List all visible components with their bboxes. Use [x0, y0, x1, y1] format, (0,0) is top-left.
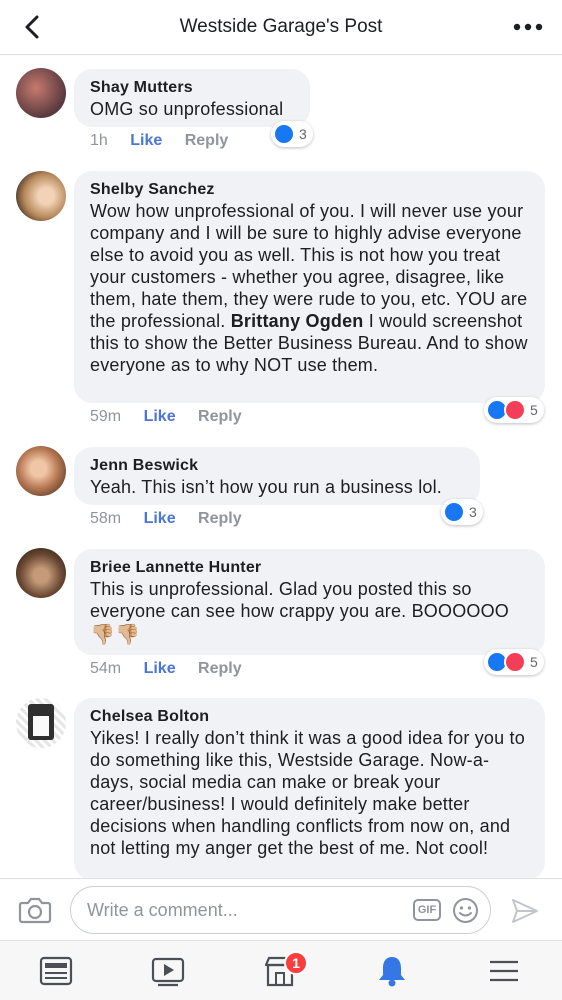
menu-icon[interactable]	[486, 953, 522, 989]
comment-text: Wow how unprofessional of you. I will ne…	[90, 200, 529, 376]
bottom-navigation	[0, 940, 562, 1000]
reaction-summary[interactable]: 3	[441, 499, 483, 525]
thumbs-down-emoji: 👎🏼👎🏼	[90, 624, 141, 646]
comment-author[interactable]: Shelby Sanchez	[90, 180, 529, 200]
comment-text: OMG so unprofessional	[90, 99, 284, 119]
like-reaction-icon	[273, 123, 295, 145]
comment-author[interactable]: Jenn Beswick	[90, 456, 464, 476]
camera-icon[interactable]	[18, 895, 52, 925]
reaction-summary[interactable]: 5	[484, 649, 544, 675]
comment-time: 54m	[90, 660, 122, 677]
news-feed-icon[interactable]	[38, 953, 74, 989]
like-button[interactable]: Like	[130, 132, 162, 149]
reply-button[interactable]: Reply	[198, 510, 242, 527]
notification-badge: 1	[284, 951, 308, 975]
reaction-summary[interactable]: 3	[271, 121, 313, 147]
love-reaction-icon	[504, 651, 526, 673]
comment-input[interactable]: Write a comment... GIF	[70, 886, 491, 934]
emoji-icon[interactable]	[452, 897, 479, 924]
comment-bubble: Chelsea Bolton Yikes! I really don’t thi…	[74, 698, 545, 880]
comment-input-placeholder: Write a comment...	[87, 900, 238, 920]
comment-time: 58m	[90, 510, 122, 527]
reaction-summary[interactable]: 5	[484, 397, 544, 423]
comment-meta: 54m Like Reply	[90, 660, 260, 678]
notifications-icon[interactable]	[374, 953, 410, 989]
comment-meta: 58m Like Reply	[90, 510, 260, 528]
comment-bubble: Briee Lannette Hunter This is unprofessi…	[74, 549, 545, 655]
comment-meta: 59m Like Reply	[90, 408, 260, 426]
like-button[interactable]: Like	[144, 408, 176, 425]
reaction-count: 5	[530, 654, 538, 670]
comment-bubble: Shelby Sanchez Wow how unprofessional of…	[74, 171, 545, 403]
comment-meta: 1h Like Reply	[90, 132, 246, 150]
comment-author[interactable]: Shay Mutters	[90, 78, 294, 98]
like-reaction-icon	[443, 501, 465, 523]
send-icon[interactable]	[510, 897, 540, 925]
reply-button[interactable]: Reply	[185, 132, 229, 149]
avatar[interactable]	[16, 548, 66, 598]
love-reaction-icon	[504, 399, 526, 421]
comment-text: Yeah. This isn’t how you run a business …	[90, 477, 443, 497]
avatar[interactable]	[16, 68, 66, 118]
reaction-count: 3	[469, 504, 477, 520]
comment-text: This is unprofessional. Glad you posted …	[90, 579, 509, 621]
comment-bubble: Jenn Beswick Yeah. This isn’t how you ru…	[74, 447, 480, 505]
reply-button[interactable]: Reply	[198, 660, 242, 677]
like-button[interactable]: Like	[144, 510, 176, 527]
post-header: Westside Garage's Post	[0, 0, 562, 55]
comment-time: 1h	[90, 132, 108, 149]
more-options-icon[interactable]	[512, 14, 544, 40]
gif-button[interactable]: GIF	[413, 899, 441, 921]
comment-author[interactable]: Briee Lannette Hunter	[90, 558, 529, 578]
like-button[interactable]: Like	[144, 660, 176, 677]
avatar[interactable]	[16, 698, 66, 748]
comment-author[interactable]: Chelsea Bolton	[90, 707, 529, 727]
reaction-count: 5	[530, 402, 538, 418]
watch-icon[interactable]	[150, 953, 186, 989]
avatar[interactable]	[16, 171, 66, 221]
comment-bubble: Shay Mutters OMG so unprofessional	[74, 69, 310, 127]
page-title: Westside Garage's Post	[179, 16, 383, 37]
comment-text: Yikes! I really don’t think it was a goo…	[90, 728, 525, 858]
reaction-count: 3	[299, 126, 307, 142]
avatar[interactable]	[16, 446, 66, 496]
comment-composer: Write a comment... GIF	[0, 878, 562, 940]
comment-time: 59m	[90, 408, 122, 425]
reply-button[interactable]: Reply	[198, 408, 242, 425]
mention-link[interactable]: Brittany Ogden	[231, 311, 364, 331]
